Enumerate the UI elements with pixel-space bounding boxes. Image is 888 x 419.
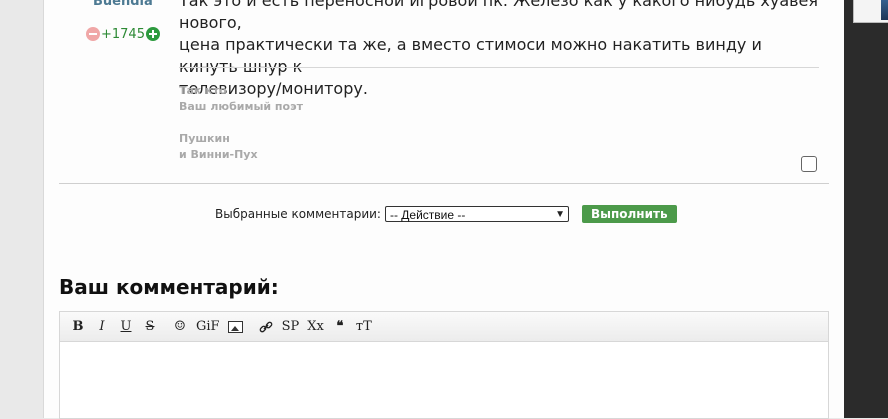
bold-button[interactable]: B	[66, 316, 90, 338]
rating-control: +1745	[86, 26, 160, 42]
comment-line: Так это и есть переносной игровой пк. Же…	[179, 0, 819, 32]
select-comment-checkbox[interactable]	[801, 156, 817, 172]
comment-editor: B I U S ☺ GiF SP Xx ❝ тT	[59, 311, 829, 419]
quote-button[interactable]: ❝	[328, 316, 352, 338]
font-size-button[interactable]: тT	[352, 316, 376, 338]
thumbnail[interactable]	[853, 0, 888, 23]
rating-value: +1745	[101, 26, 145, 42]
bulk-actions: Выбранные комментарии: -- Действие -- ▼ …	[215, 205, 677, 223]
subscript-button[interactable]: Xx	[303, 316, 328, 338]
image-icon	[228, 320, 244, 333]
image-button[interactable]	[224, 316, 248, 338]
link-button[interactable]	[254, 316, 278, 338]
signature-line: Пушкин	[179, 132, 230, 145]
smile-button[interactable]: ☺	[168, 316, 192, 338]
signature: Пушкин и Винни-Пух	[179, 131, 258, 163]
link-icon	[259, 321, 272, 332]
chevron-down-icon: ▼	[555, 209, 565, 220]
bulk-actions-label: Выбранные комментарии:	[215, 207, 381, 221]
thumbnail-image	[881, 0, 888, 20]
action-select-value: -- Действие --	[389, 208, 466, 222]
minus-circle-icon[interactable]	[86, 27, 100, 41]
side-panel	[844, 0, 888, 418]
comment-line: цена практически та же, а вместо стимоси…	[179, 35, 762, 76]
comments-divider	[59, 183, 829, 184]
comment-author[interactable]: Buendia	[93, 0, 153, 9]
reply-heading: Ваш комментарий:	[59, 275, 279, 299]
signature-line: и Винни-Пух	[179, 148, 258, 161]
strikethrough-button[interactable]: S	[138, 316, 162, 338]
plus-circle-icon[interactable]	[145, 27, 160, 41]
action-select[interactable]: -- Действие -- ▼	[384, 206, 569, 222]
comment-textarea[interactable]	[59, 342, 829, 419]
editor-toolbar: B I U S ☺ GiF SP Xx ❝ тT	[59, 311, 829, 342]
spoiler-button[interactable]: SP	[278, 316, 304, 338]
signature-line: Ваш любимый поэт	[179, 100, 303, 113]
execute-button[interactable]: Выполнить	[581, 205, 677, 223]
signature-line: Так кто	[179, 84, 227, 97]
italic-button[interactable]: I	[90, 316, 114, 338]
gif-button[interactable]: GiF	[192, 316, 224, 338]
signature-divider	[179, 67, 819, 68]
underline-button[interactable]: U	[114, 316, 138, 338]
signature: Так кто Ваш любимый поэт	[179, 83, 303, 115]
